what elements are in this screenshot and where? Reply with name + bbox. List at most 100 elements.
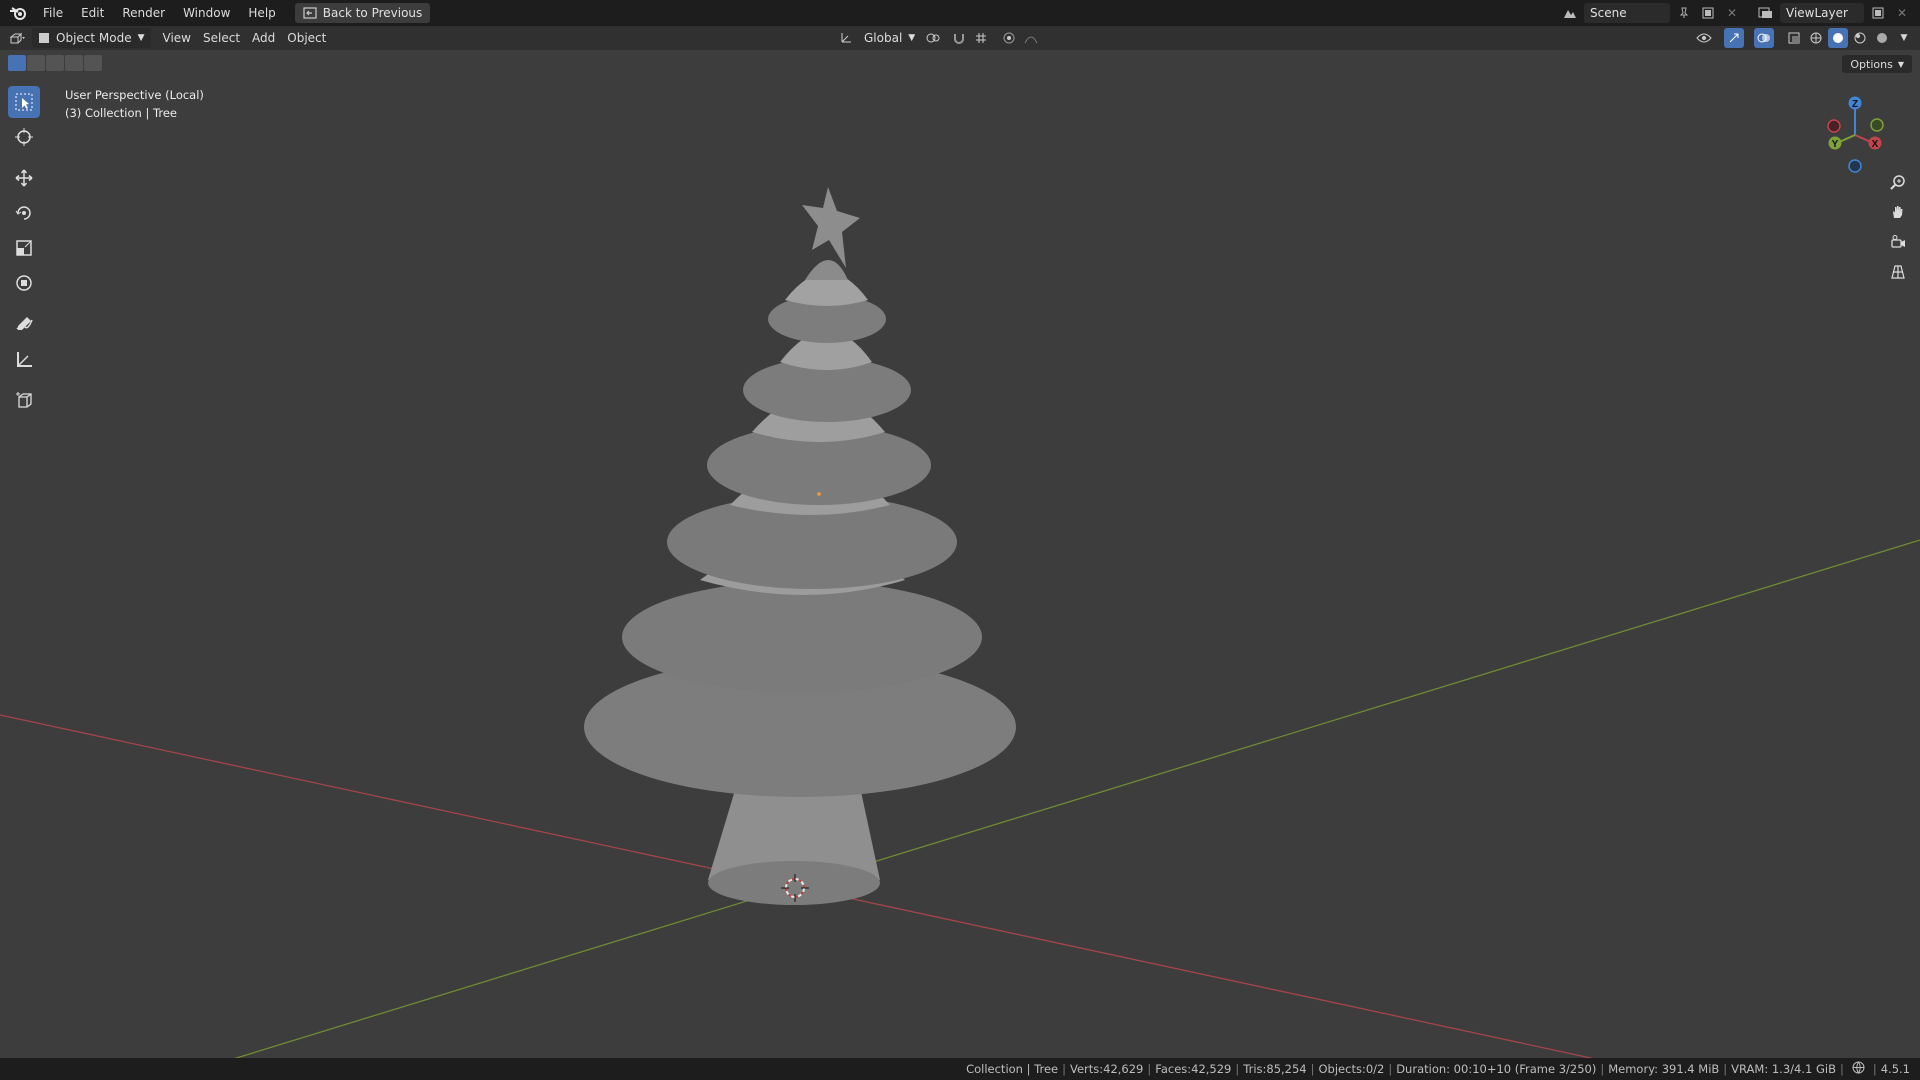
cursor-tool[interactable]: [8, 121, 40, 153]
scale-tool[interactable]: [8, 232, 40, 264]
transform-orientation-icon: [836, 28, 856, 48]
status-tris: Tris:85,254: [1243, 1062, 1307, 1076]
object-mode-label: Object Mode: [56, 31, 132, 45]
back-to-previous-button[interactable]: Back to Previous: [294, 3, 431, 23]
selection-mode-buttons: [8, 55, 102, 71]
transform-tool[interactable]: [8, 267, 40, 299]
view-layer-icon[interactable]: [1756, 3, 1776, 23]
menu-object[interactable]: Object: [281, 28, 332, 48]
pivot-point-icon[interactable]: [923, 28, 943, 48]
scale-icon: [16, 240, 32, 256]
add-cube-tool[interactable]: [8, 384, 40, 416]
gizmo-neg-z: [1848, 159, 1862, 173]
scene-field[interactable]: Scene: [1584, 3, 1670, 23]
new-view-layer-icon[interactable]: [1868, 3, 1888, 23]
visibility-icon[interactable]: [1694, 28, 1714, 48]
menu-select[interactable]: Select: [197, 28, 246, 48]
falloff-icon[interactable]: [1021, 28, 1041, 48]
options-label: Options: [1850, 57, 1893, 71]
proportional-edit-icon[interactable]: [999, 28, 1019, 48]
select-box-tool[interactable]: [8, 86, 40, 118]
menu-render[interactable]: Render: [113, 0, 174, 26]
gizmo-y-label: Y: [1832, 139, 1839, 150]
material-shading-icon[interactable]: [1850, 28, 1870, 48]
close-scene-icon[interactable]: ✕: [1722, 3, 1742, 23]
orientation-label: Global: [864, 31, 903, 45]
overlays-toggle-icon[interactable]: [1754, 28, 1774, 48]
pan-hand-icon[interactable]: [1886, 200, 1910, 224]
menu-add[interactable]: Add: [246, 28, 281, 48]
rendered-shading-icon[interactable]: [1872, 28, 1892, 48]
transform-orientation-dropdown[interactable]: Global ▼: [858, 28, 921, 48]
viewport-info-overlay: User Perspective (Local) (3) Collection …: [65, 86, 204, 122]
navigation-gizmo[interactable]: Z X Y: [1810, 90, 1900, 180]
wireframe-shading-icon[interactable]: [1806, 28, 1826, 48]
3d-viewport[interactable]: Options ▼ User Perspective (Local) (3) C…: [0, 50, 1920, 1058]
cursor-icon: [15, 128, 33, 146]
status-memory: Memory: 391.4 MiB: [1608, 1062, 1720, 1076]
move-icon: [15, 169, 33, 187]
chevron-down-icon: ▼: [1897, 59, 1904, 69]
pin-icon[interactable]: [1674, 3, 1694, 23]
rotate-tool[interactable]: [8, 197, 40, 229]
select-subtract-mode[interactable]: [46, 55, 64, 71]
gizmo-z-label: Z: [1852, 99, 1858, 110]
add-cube-icon: [16, 392, 32, 408]
menu-view[interactable]: View: [157, 28, 197, 48]
chevron-down-icon: ▼: [908, 33, 916, 43]
object-origin-dot: [817, 492, 821, 496]
gizmo-toggle-icon[interactable]: [1724, 28, 1744, 48]
scene-name: Scene: [1590, 6, 1627, 20]
object-mode-icon: [39, 33, 49, 43]
status-verts: Verts:42,629: [1069, 1062, 1144, 1076]
annotate-icon: [16, 317, 33, 330]
editor-type-icon[interactable]: [8, 28, 28, 48]
annotate-tool[interactable]: [8, 308, 40, 340]
new-scene-icon[interactable]: [1698, 3, 1718, 23]
top-menu-bar: File Edit Render Window Help Back to Pre…: [0, 0, 1920, 26]
view-layer-name: ViewLayer: [1786, 6, 1848, 20]
select-extend-mode[interactable]: [27, 55, 45, 71]
back-icon: [303, 7, 317, 19]
left-toolbar: [8, 86, 40, 419]
network-globe-icon[interactable]: [1852, 1061, 1865, 1077]
status-collection: Collection | Tree: [966, 1062, 1059, 1076]
select-intersect-mode[interactable]: [84, 55, 102, 71]
select-invert-mode[interactable]: [65, 55, 83, 71]
star-mesh: [802, 187, 860, 268]
snap-icon[interactable]: [949, 28, 969, 48]
select-box-icon: [15, 93, 33, 111]
menu-window[interactable]: Window: [174, 0, 239, 26]
blender-logo-icon[interactable]: [8, 3, 28, 23]
close-view-layer-icon[interactable]: ✕: [1892, 3, 1912, 23]
chevron-down-icon: ▼: [137, 33, 145, 43]
snap-target-icon[interactable]: [971, 28, 991, 48]
status-faces: Faces:42,529: [1155, 1062, 1232, 1076]
scene-selector-icon[interactable]: [1560, 3, 1580, 23]
menu-file[interactable]: File: [34, 0, 72, 26]
object-mode-dropdown[interactable]: Object Mode ▼: [32, 28, 151, 48]
menu-edit[interactable]: Edit: [72, 0, 113, 26]
measure-tool[interactable]: [8, 343, 40, 375]
back-to-previous-label: Back to Previous: [322, 6, 423, 20]
measure-icon: [17, 352, 32, 367]
options-dropdown[interactable]: Options ▼: [1842, 55, 1912, 73]
viewport-header: Object Mode ▼ View Select Add Object Glo…: [0, 26, 1920, 50]
view-layer-field[interactable]: ViewLayer: [1780, 3, 1864, 23]
shading-options-chevron-icon[interactable]: ▼: [1894, 28, 1914, 48]
xray-toggle-icon[interactable]: [1784, 28, 1804, 48]
gizmo-neg-x: [1827, 119, 1841, 133]
solid-shading-icon[interactable]: [1828, 28, 1848, 48]
status-bar: Collection | Tree | Verts:42,629 | Faces:4…: [0, 1058, 1920, 1080]
viewport-scene: [0, 187, 1920, 1058]
camera-view-icon[interactable]: [1886, 230, 1910, 254]
zoom-icon[interactable]: [1886, 170, 1910, 194]
rotate-icon: [15, 206, 31, 220]
select-new-mode[interactable]: [8, 55, 26, 71]
move-tool[interactable]: [8, 162, 40, 194]
navigation-buttons: [1886, 170, 1910, 284]
status-objects: Objects:0/2: [1318, 1062, 1385, 1076]
perspective-toggle-icon[interactable]: [1886, 260, 1910, 284]
menu-help[interactable]: Help: [239, 0, 284, 26]
gizmo-x-label: X: [1872, 139, 1879, 150]
